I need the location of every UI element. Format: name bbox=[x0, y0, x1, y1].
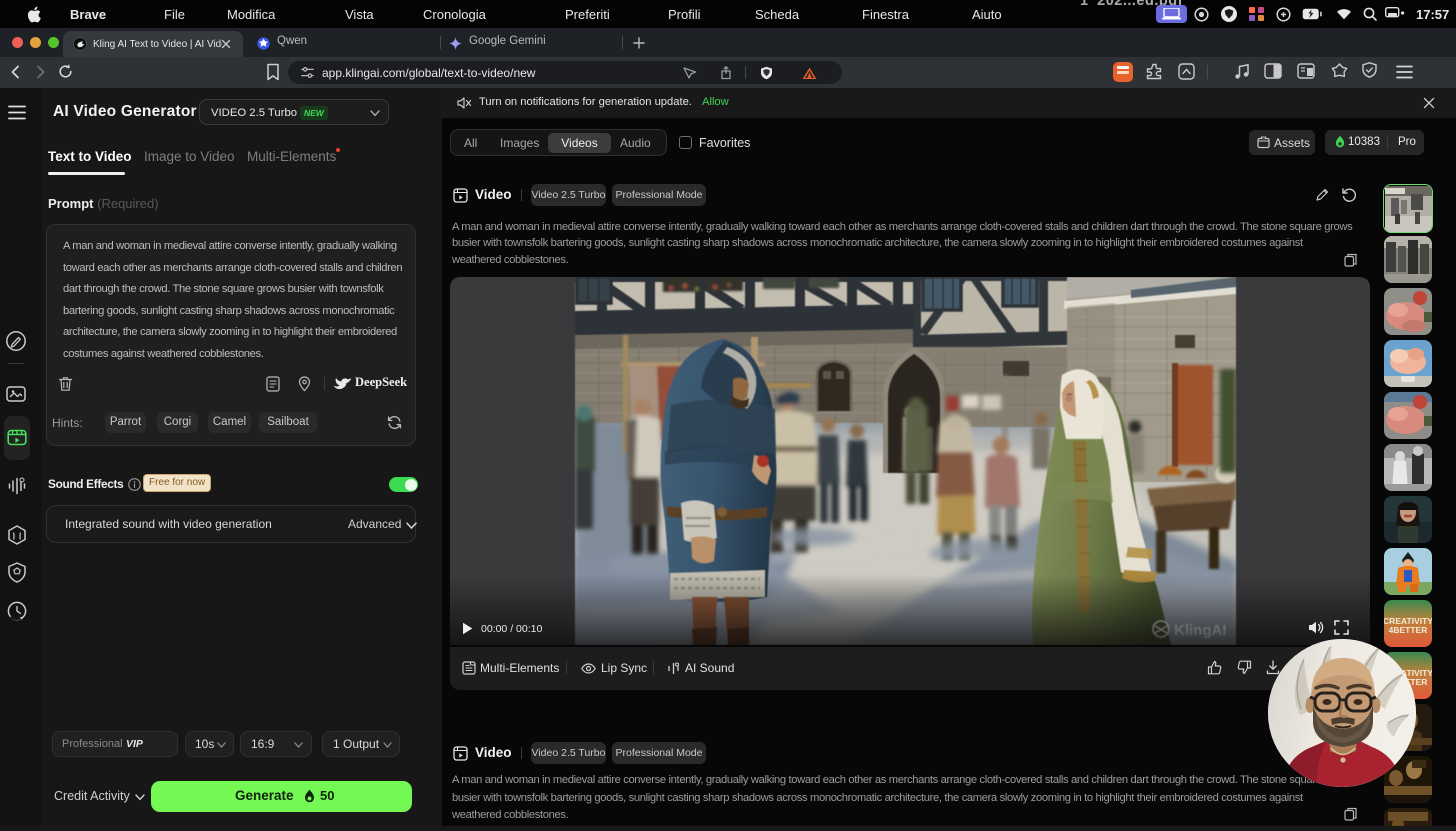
svg-text:4BETTER: 4BETTER bbox=[1389, 625, 1428, 635]
